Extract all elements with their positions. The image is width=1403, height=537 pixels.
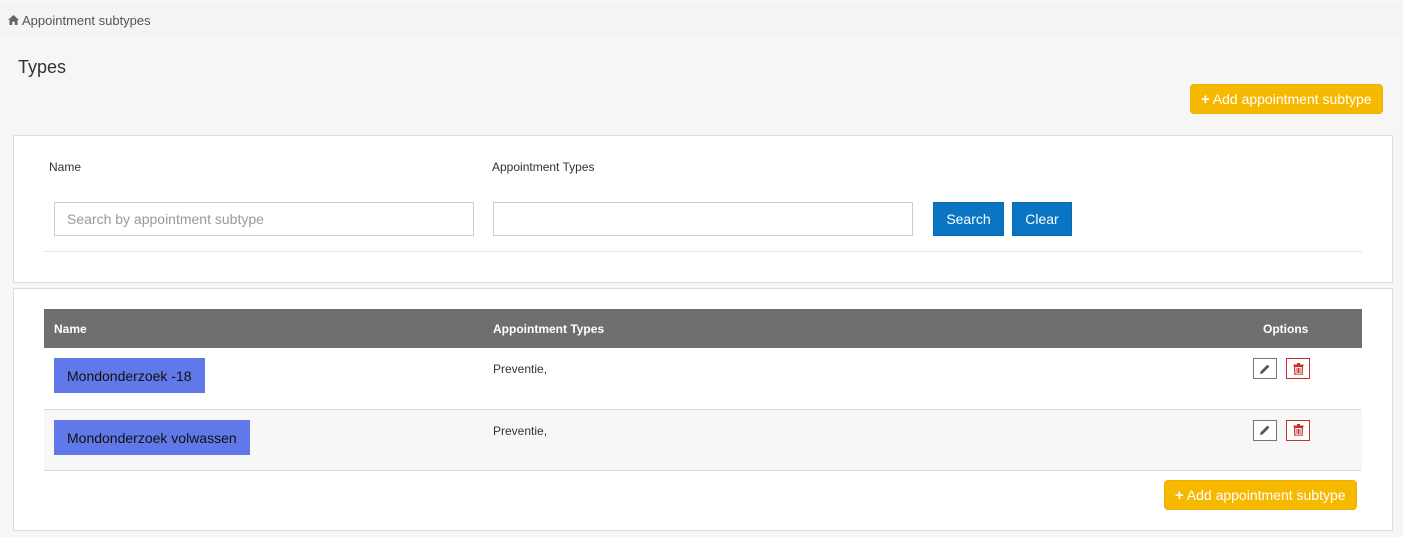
home-icon[interactable] (8, 15, 19, 25)
table-row: Mondonderzoek -18 Preventie, (44, 348, 1362, 409)
subtype-name-tag[interactable]: Mondonderzoek volwassen (54, 419, 250, 455)
plus-icon: + (1201, 90, 1210, 108)
filter-divider (44, 251, 1362, 252)
table-row: Mondonderzoek volwassen Preventie, (44, 409, 1362, 470)
breadcrumb: Appointment subtypes (0, 3, 1403, 37)
edit-button[interactable] (1253, 358, 1277, 379)
header-name[interactable]: Name (44, 309, 483, 348)
add-button-label: Add appointment subtype (1186, 487, 1346, 503)
add-appointment-subtype-button-bottom[interactable]: + Add appointment subtype (1164, 480, 1357, 510)
row-options (1253, 348, 1362, 409)
edit-button[interactable] (1253, 419, 1277, 441)
pencil-icon (1260, 425, 1270, 435)
filter-panel: Name Appointment Types Search Clear (13, 135, 1393, 283)
add-appointment-subtype-button[interactable]: + Add appointment subtype (1190, 84, 1383, 114)
appointment-types-input[interactable] (493, 202, 913, 236)
trash-icon (1293, 362, 1304, 375)
clear-button[interactable]: Clear (1012, 202, 1072, 236)
subtype-types: Preventie, (493, 423, 548, 438)
breadcrumb-current[interactable]: Appointment subtypes (22, 13, 151, 28)
delete-button[interactable] (1286, 358, 1311, 379)
pencil-icon (1260, 364, 1270, 374)
trash-icon (1293, 424, 1304, 436)
subtype-types: Preventie, (493, 362, 548, 376)
row-options (1253, 409, 1362, 470)
subtype-name-tag[interactable]: Mondonderzoek -18 (54, 358, 205, 393)
table-header-row: Name Appointment Types Options (44, 309, 1362, 348)
delete-button[interactable] (1286, 419, 1311, 441)
page-title: Types (18, 57, 67, 77)
subtypes-table: Name Appointment Types Options Mondonder… (44, 309, 1362, 471)
header-options: Options (1263, 321, 1309, 336)
name-search-input[interactable] (54, 202, 474, 236)
types-filter-label: Appointment Types (492, 160, 595, 174)
name-filter-label: Name (49, 160, 82, 174)
search-button[interactable]: Search (933, 202, 1004, 236)
header-appointment-types[interactable]: Appointment Types (483, 309, 1253, 348)
plus-icon: + (1175, 486, 1184, 504)
add-button-label: Add appointment subtype (1212, 91, 1372, 107)
